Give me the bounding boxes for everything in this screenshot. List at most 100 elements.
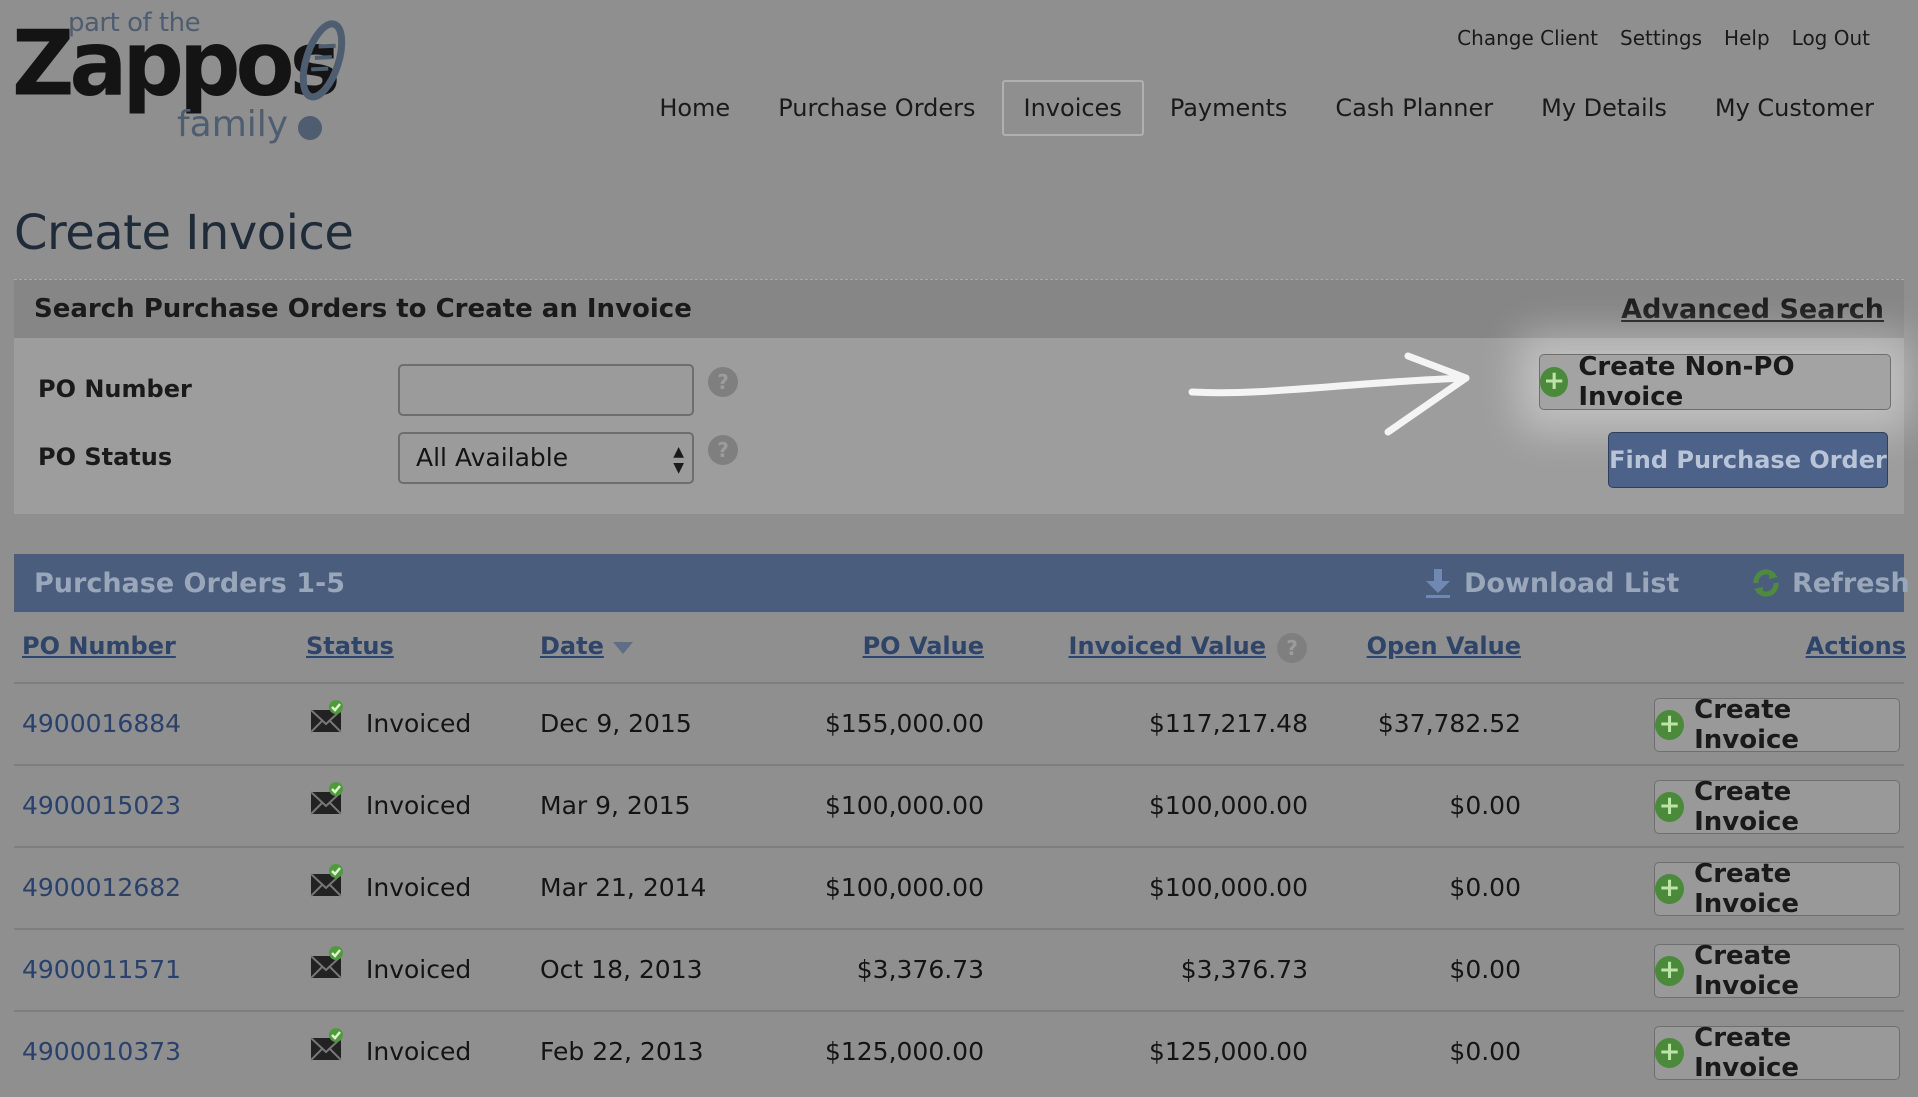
- create-invoice-label: Create Invoice: [1694, 859, 1800, 919]
- plus-icon: +: [1655, 956, 1685, 986]
- po-number-input[interactable]: [398, 364, 694, 416]
- download-icon: [1426, 569, 1450, 598]
- date-cell: Feb 22, 2013: [540, 1037, 704, 1066]
- invoiced-envelope-icon: [310, 864, 343, 897]
- refresh-label: Refresh: [1792, 567, 1910, 599]
- nav-my-customer[interactable]: My Customer: [1693, 80, 1896, 136]
- invoiced-envelope-icon: [310, 700, 343, 733]
- plus-icon: +: [1655, 710, 1685, 740]
- refresh-button[interactable]: Refresh: [1750, 567, 1910, 599]
- help-link[interactable]: Help: [1724, 26, 1770, 50]
- nav-home[interactable]: Home: [637, 80, 752, 136]
- status-text: Invoiced: [366, 709, 472, 738]
- table-row: 4900016884 Invoiced Dec 9, 2015 $155,000.00…: [14, 682, 1904, 764]
- nav-purchase-orders[interactable]: Purchase Orders: [756, 80, 997, 136]
- plus-icon: +: [1540, 367, 1569, 397]
- po-number-link[interactable]: 4900010373: [22, 1012, 181, 1092]
- po-number-link[interactable]: 4900016884: [22, 684, 181, 764]
- create-invoice-button[interactable]: + Create Invoice: [1654, 777, 1900, 837]
- create-invoice-button[interactable]: + Create Invoice: [1654, 695, 1900, 755]
- nav-invoices[interactable]: Invoices: [1001, 80, 1144, 136]
- date-cell: Mar 9, 2015: [540, 791, 691, 820]
- col-date[interactable]: Date: [540, 632, 604, 660]
- plus-icon: +: [1655, 1038, 1685, 1068]
- select-arrows-icon: ▲ ▼: [673, 444, 684, 476]
- open-value-cell: $37,782.52: [1377, 709, 1521, 738]
- col-po-value[interactable]: PO Value: [863, 632, 984, 660]
- date-cell: Dec 9, 2015: [540, 709, 692, 738]
- invoiced-value-cell: $117,217.48: [1148, 709, 1308, 738]
- create-invoice-button[interactable]: + Create Invoice: [1654, 1023, 1900, 1083]
- page-title: Create Invoice: [14, 205, 354, 261]
- table-row: 4900010373 Invoiced Feb 22, 2013 $125,000.0…: [14, 1010, 1904, 1092]
- find-purchase-order-button[interactable]: Find Purchase Order: [1608, 432, 1888, 488]
- main-nav: Home Purchase Orders Invoices Payments C…: [633, 80, 1896, 136]
- col-invoiced-value[interactable]: Invoiced Value: [1069, 632, 1266, 660]
- po-number-help-icon[interactable]: ?: [708, 367, 738, 397]
- po-number-label: PO Number: [38, 375, 192, 403]
- change-client-link[interactable]: Change Client: [1457, 26, 1598, 50]
- create-invoice-label: Create Invoice: [1694, 777, 1800, 837]
- advanced-search-link[interactable]: Advanced Search: [1621, 294, 1884, 325]
- open-value-cell: $0.00: [1449, 955, 1521, 984]
- create-invoice-button[interactable]: + Create Invoice: [1654, 941, 1900, 1001]
- create-invoice-label: Create Invoice: [1694, 1023, 1800, 1083]
- col-po-number[interactable]: PO Number: [22, 632, 176, 660]
- date-cell: Mar 21, 2014: [540, 873, 707, 902]
- invoiced-value-cell: $100,000.00: [1148, 873, 1308, 902]
- invoiced-envelope-icon: [310, 1028, 343, 1061]
- create-invoice-label: Create Invoice: [1694, 695, 1800, 755]
- plus-icon: +: [1655, 792, 1685, 822]
- po-number-link[interactable]: 4900012682: [22, 848, 181, 928]
- log-out-link[interactable]: Log Out: [1792, 26, 1870, 50]
- logo-family: family: [177, 104, 289, 145]
- invoiced-envelope-icon: [310, 782, 343, 815]
- po-status-label: PO Status: [38, 443, 173, 471]
- invoiced-value-cell: $100,000.00: [1148, 791, 1308, 820]
- col-actions: Actions: [1805, 632, 1906, 660]
- open-value-cell: $0.00: [1449, 791, 1521, 820]
- create-non-po-invoice-button[interactable]: + Create Non-PO Invoice: [1539, 352, 1891, 412]
- open-value-cell: $0.00: [1449, 1037, 1521, 1066]
- table-row: 4900012682 Invoiced Mar 21, 2014 $100,000.0…: [14, 846, 1904, 928]
- po-status-value: All Available: [416, 443, 569, 472]
- purchase-orders-header: Purchase Orders 1-5 Download List Refres…: [14, 554, 1910, 612]
- po-value-cell: $3,376.73: [856, 955, 984, 984]
- download-list-button[interactable]: Download List: [1424, 567, 1679, 599]
- po-number-link[interactable]: 4900015023: [22, 766, 181, 846]
- invoiced-value-cell: $125,000.00: [1148, 1037, 1308, 1066]
- invoiced-envelope-icon: [310, 946, 343, 979]
- zappos-family-logo[interactable]: part of the Zappos family: [12, 8, 352, 148]
- status-text: Invoiced: [366, 955, 472, 984]
- search-panel: Search Purchase Orders to Create an Invo…: [14, 279, 1904, 514]
- invoiced-value-help-icon[interactable]: ?: [1277, 633, 1307, 663]
- col-status[interactable]: Status: [306, 632, 394, 660]
- po-number-link[interactable]: 4900011571: [22, 930, 181, 1010]
- nav-cash-planner[interactable]: Cash Planner: [1313, 80, 1515, 136]
- search-title: Search Purchase Orders to Create an Invo…: [34, 294, 692, 324]
- create-invoice-label: Create Invoice: [1694, 941, 1800, 1001]
- po-value-cell: $100,000.00: [824, 873, 984, 902]
- search-header: Search Purchase Orders to Create an Invo…: [14, 279, 1904, 338]
- sort-desc-icon[interactable]: [612, 641, 634, 655]
- settings-link[interactable]: Settings: [1620, 26, 1702, 50]
- po-value-cell: $125,000.00: [824, 1037, 984, 1066]
- download-list-label: Download List: [1464, 567, 1680, 599]
- status-text: Invoiced: [366, 791, 472, 820]
- shoe-exclamation-icon: [298, 20, 346, 140]
- nav-my-details[interactable]: My Details: [1519, 80, 1689, 136]
- create-non-po-invoice-label: Create Non-PO Invoice: [1578, 352, 1795, 412]
- purchase-orders-table: 4900016884 Invoiced Dec 9, 2015 $155,000.00…: [14, 682, 1904, 1092]
- table-row: 4900011571 Invoiced Oct 18, 2013 $3,376.73 $…: [14, 928, 1904, 1010]
- po-value-cell: $100,000.00: [824, 791, 984, 820]
- nav-payments[interactable]: Payments: [1148, 80, 1310, 136]
- page: part of the Zappos family Change Client …: [0, 0, 1918, 1097]
- utility-links: Change Client Settings Help Log Out: [1457, 26, 1870, 50]
- po-status-select[interactable]: All Available ▲ ▼: [398, 432, 694, 484]
- find-purchase-order-label: Find Purchase Order: [1609, 446, 1887, 474]
- create-invoice-button[interactable]: + Create Invoice: [1654, 859, 1900, 919]
- open-value-cell: $0.00: [1449, 873, 1521, 902]
- col-open-value[interactable]: Open Value: [1367, 632, 1521, 660]
- status-text: Invoiced: [366, 1037, 472, 1066]
- po-status-help-icon[interactable]: ?: [708, 435, 738, 465]
